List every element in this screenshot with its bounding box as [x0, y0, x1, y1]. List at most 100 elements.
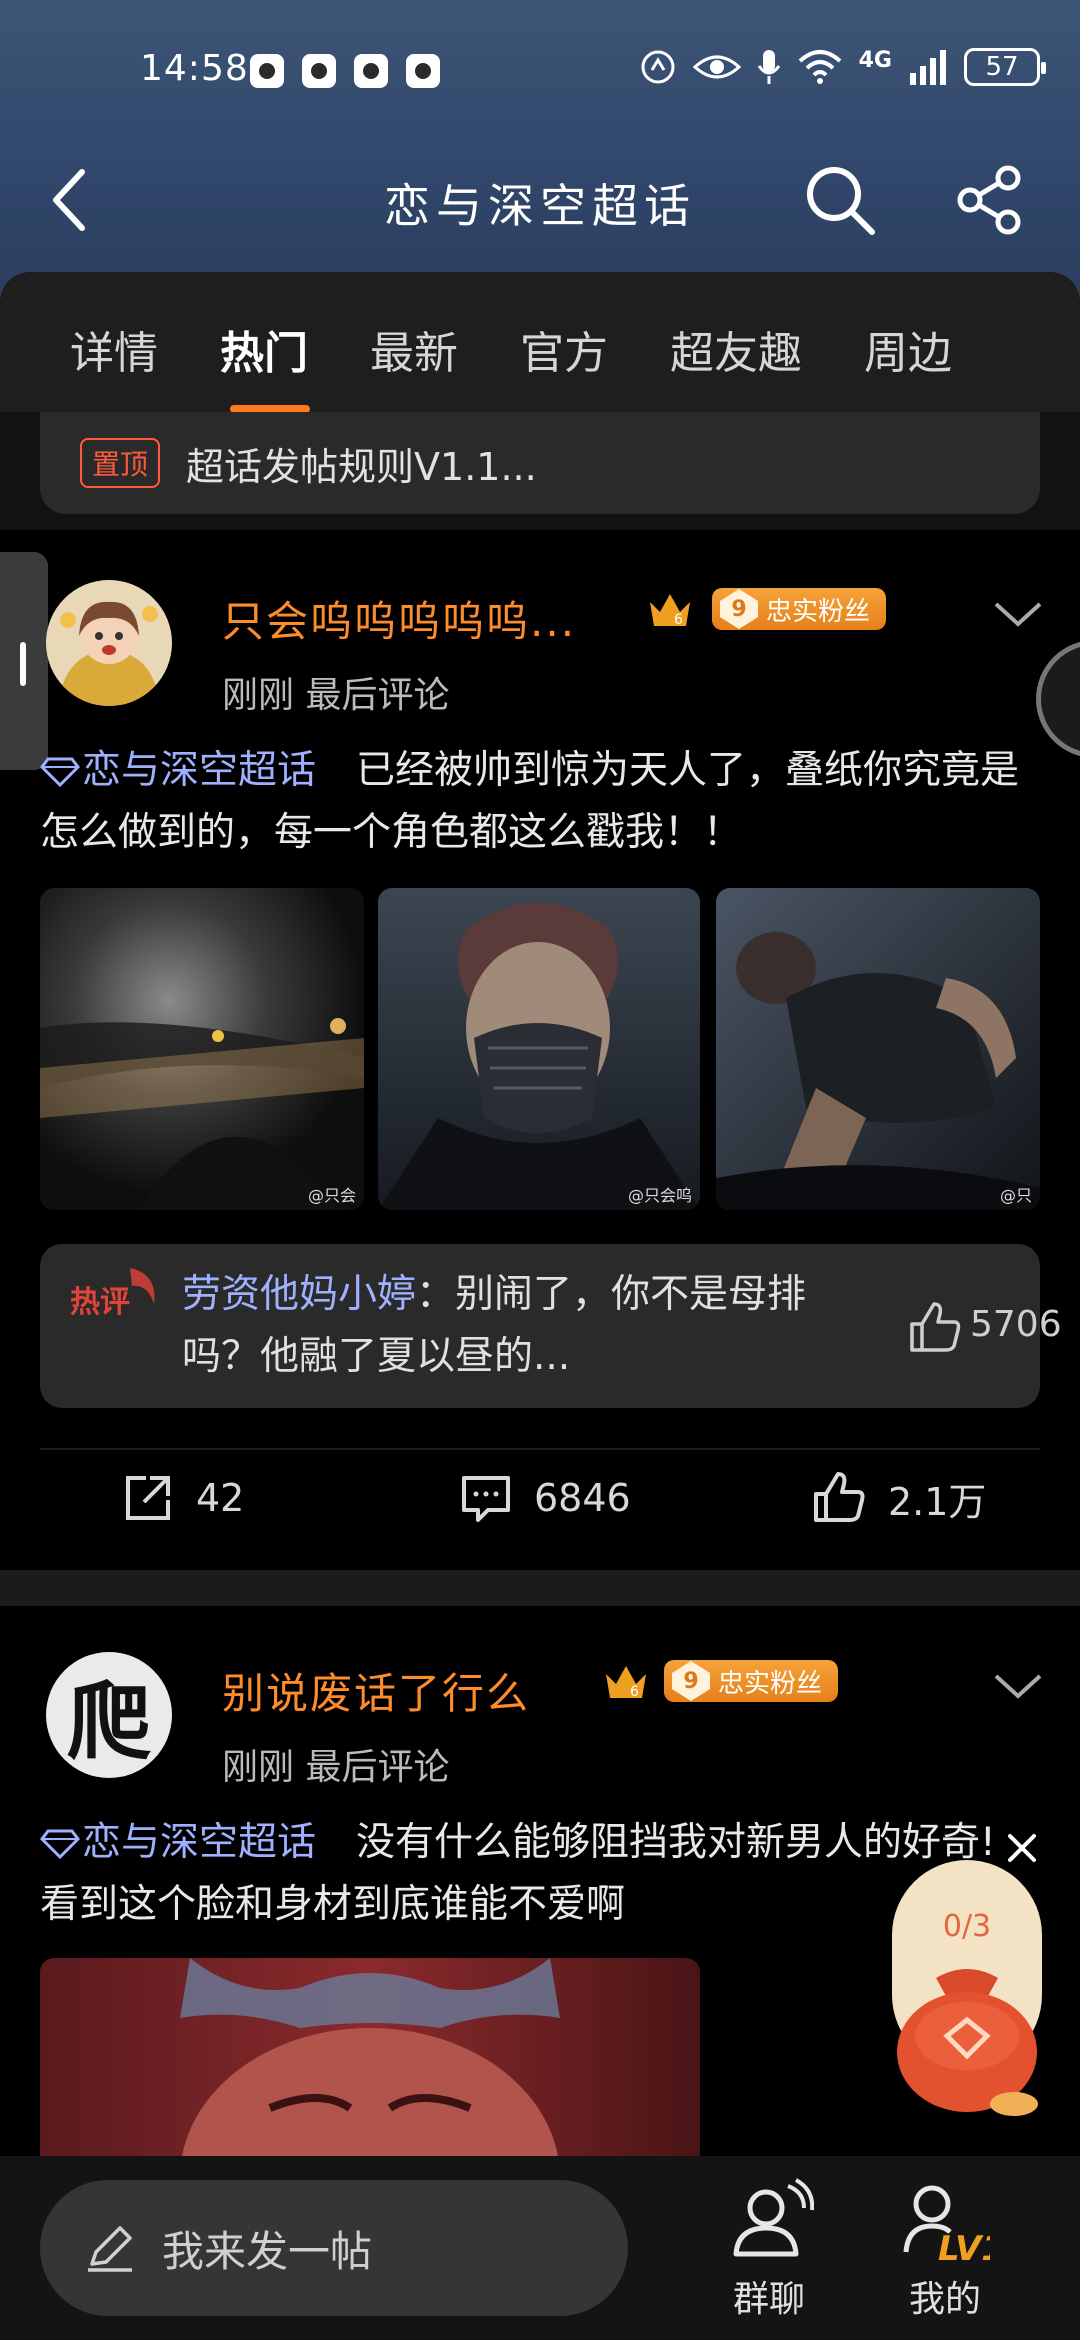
level-badge: LV1	[938, 2229, 990, 2266]
post-separator	[0, 1570, 1080, 1606]
app-notification-icon	[250, 54, 284, 88]
avatar[interactable]	[46, 580, 172, 706]
app-notification-icon	[354, 54, 388, 88]
group-chat-button[interactable]: 群聊	[704, 2176, 834, 2322]
avatar[interactable]: 爬	[46, 1652, 172, 1778]
gift-progress: 0/3	[943, 1909, 991, 1944]
post-image-graphic	[378, 888, 700, 1210]
share-count: 42	[196, 1476, 245, 1520]
topic-diamond-icon	[40, 757, 80, 787]
eye-icon	[692, 55, 741, 79]
post-image-graphic	[40, 888, 364, 1210]
battery-indicator: 57	[964, 48, 1046, 86]
tab-latest[interactable]: 最新	[370, 317, 458, 381]
like-action[interactable]: 2.1万	[812, 1470, 986, 1526]
fan-badge: 9 忠实粉丝	[712, 588, 887, 630]
thumbs-up-icon	[814, 1472, 865, 1522]
page-title: 恋与深空超话	[384, 179, 696, 233]
tab-details[interactable]: 详情	[70, 317, 158, 381]
crown-icon: 6	[606, 1666, 646, 1700]
post-meta: 刚刚 最后评论	[222, 1747, 450, 1788]
crown-icon: 6	[650, 594, 690, 628]
notification-icons	[250, 54, 440, 88]
app-notification-icon	[302, 54, 336, 88]
svg-text:6: 6	[674, 612, 683, 628]
tab-official[interactable]: 官方	[520, 317, 608, 381]
post-image[interactable]	[40, 1958, 700, 2158]
mine-button[interactable]: LV1 我的	[880, 2176, 1010, 2322]
pen-icon	[88, 2226, 132, 2272]
pinned-post[interactable]: 置顶 超话发帖规则V1.1...	[40, 412, 1040, 514]
comment-action[interactable]: 6846	[458, 1470, 631, 1526]
fan-badge-label: 忠实粉丝	[718, 1668, 823, 1699]
status-right: 4G 57	[639, 48, 1046, 86]
chevron-down-icon[interactable]	[990, 596, 1046, 632]
compose-button[interactable]: 我来发一帖	[40, 2180, 628, 2316]
app-notification-icon	[406, 54, 440, 88]
chevron-down-icon[interactable]	[990, 1668, 1046, 1704]
bottom-bar: 我来发一帖 群聊 LV1 我的	[0, 2156, 1080, 2340]
fan-badge: 9 忠实粉丝	[664, 1660, 839, 1702]
group-chat-icon	[733, 2178, 814, 2257]
header: 14:58 4G 57 恋与深空超话	[0, 0, 1080, 300]
data-saver-icon	[641, 50, 675, 84]
post-content[interactable]: 恋与深空超话 没有什么能够阻挡我对新男人的好奇!看到这个脸和身材到底谁能不爱啊	[40, 1812, 1000, 1936]
thumbs-up-icon[interactable]	[908, 1300, 962, 1354]
post-image[interactable]: @只	[716, 888, 1040, 1210]
comment-count: 6846	[534, 1476, 631, 1520]
share-icon[interactable]	[950, 160, 1030, 240]
tab-bar: 详情 热门 最新 官方 超友趣 周边	[0, 272, 1080, 413]
status-time: 14:58	[140, 48, 249, 89]
post-meta: 刚刚 最后评论	[222, 675, 450, 716]
post-image-graphic	[716, 888, 1040, 1210]
hot-comment-likes: 5706	[970, 1304, 1062, 1345]
tab-hot[interactable]: 热门	[220, 317, 310, 413]
fan-badge-label: 忠实粉丝	[766, 596, 871, 627]
post-actions: 42 6846 2.1万	[0, 1470, 1080, 1550]
floating-edge-button[interactable]	[1036, 640, 1080, 758]
tab-merch[interactable]: 周边	[864, 317, 952, 381]
search-icon[interactable]	[800, 160, 880, 240]
watermark: @只	[999, 1186, 1032, 1205]
network-type: 4G	[858, 48, 892, 73]
topic-diamond-icon	[40, 1829, 80, 1859]
hot-comment-text: 劳资他妈小婷：别闹了，你不是母排吗？他融了夏以昼的...	[182, 1264, 842, 1388]
signal-icon	[910, 50, 946, 85]
gift-widget[interactable]: 0/3	[892, 1860, 1042, 2120]
post-image[interactable]: @只会呜	[378, 888, 700, 1210]
compose-placeholder: 我来发一帖	[162, 2226, 373, 2276]
tab-fun[interactable]: 超友趣	[670, 317, 802, 381]
watermark: @只会呜	[627, 1186, 692, 1205]
hot-comment-badge: 热评	[70, 1268, 155, 1320]
avatar-char: 爬	[66, 1671, 151, 1771]
post-content[interactable]: 恋与深空超话 已经被帅到惊为天人了，叠纸你究竟是怎么做到的，每一个角色都这么戳我！…	[40, 740, 1040, 864]
author-name[interactable]: 只会呜呜呜呜呜...	[222, 588, 576, 649]
comment-icon	[462, 1476, 510, 1522]
profile-icon: LV1	[903, 2185, 990, 2266]
lucky-bag-icon: 0/3	[892, 1860, 1042, 2116]
pinned-area: 置顶 超话发帖规则V1.1...	[0, 412, 1080, 530]
top-nav: 恋与深空超话	[0, 150, 1080, 250]
post-image-graphic	[40, 1958, 700, 2158]
side-drawer-handle[interactable]	[0, 552, 48, 770]
share-action[interactable]: 42	[120, 1470, 244, 1526]
wifi-icon	[798, 50, 841, 84]
like-count: 2.1万	[888, 1479, 987, 1524]
pinned-text: 超话发帖规则V1.1...	[186, 444, 537, 489]
pinned-badge: 置顶	[80, 438, 161, 488]
svg-text:6: 6	[630, 1684, 639, 1700]
hot-comment-user[interactable]: 劳资他妈小婷	[182, 1272, 416, 1317]
hot-badge-text: 热评	[70, 1285, 130, 1320]
topic-link[interactable]: 恋与深空超话	[82, 748, 316, 793]
share-out-icon	[126, 1476, 170, 1520]
topic-link[interactable]: 恋与深空超话	[82, 1820, 316, 1865]
microphone-icon	[757, 50, 780, 84]
fan-level: 9	[720, 589, 758, 629]
hot-comment[interactable]: 热评 劳资他妈小婷：别闹了，你不是母排吗？他融了夏以昼的... 5706	[40, 1244, 1062, 1408]
mine-label: 我的	[908, 2279, 981, 2320]
author-name[interactable]: 别说废话了行么	[222, 1660, 530, 1721]
watermark: @只会	[307, 1186, 356, 1205]
group-chat-label: 群聊	[732, 2279, 805, 2320]
post-image[interactable]: @只会	[40, 888, 364, 1210]
fan-level: 9	[672, 1661, 710, 1701]
